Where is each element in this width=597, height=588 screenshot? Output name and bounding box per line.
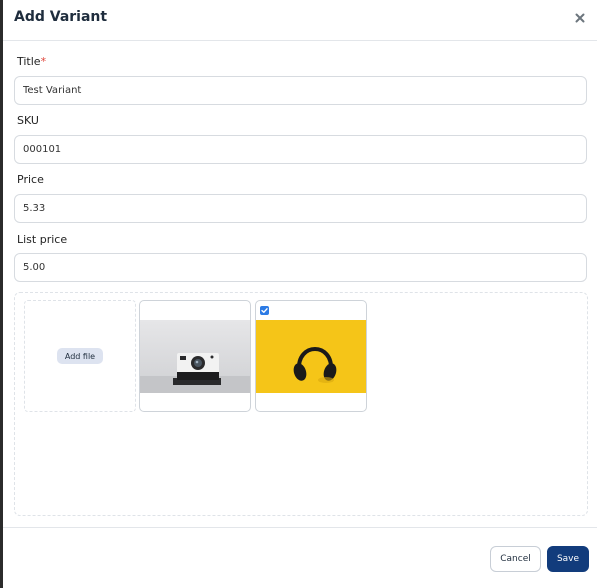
close-button[interactable]	[572, 10, 588, 26]
camera-image	[140, 320, 250, 393]
selected-checkbox[interactable]	[260, 306, 269, 315]
add-file-button[interactable]: Add file	[57, 348, 103, 364]
modal-title: Add Variant	[14, 9, 108, 25]
sku-input[interactable]	[14, 135, 587, 164]
price-label: Price	[17, 173, 44, 186]
price-input[interactable]	[14, 194, 587, 223]
media-thumbnail-camera[interactable]	[139, 300, 251, 412]
modal-header: Add Variant	[3, 0, 597, 41]
close-icon	[575, 13, 585, 23]
cancel-button[interactable]: Cancel	[490, 546, 541, 572]
media-dropzone[interactable]: Add file	[14, 292, 588, 516]
save-button[interactable]: Save	[547, 546, 589, 572]
title-input[interactable]	[14, 76, 587, 105]
headphones-image	[256, 320, 366, 393]
footer-divider	[3, 527, 597, 528]
add-variant-modal: Add Variant Title* SKU Price List price …	[3, 0, 597, 588]
media-thumbnail-headphones[interactable]	[255, 300, 367, 412]
check-icon	[261, 308, 268, 313]
add-file-tile[interactable]: Add file	[24, 300, 136, 412]
title-label-text: Title	[17, 55, 41, 68]
sku-label: SKU	[17, 114, 39, 127]
required-mark: *	[40, 55, 47, 68]
list-price-input[interactable]	[14, 253, 587, 282]
list-price-label: List price	[17, 233, 68, 246]
title-label: Title*	[17, 55, 46, 68]
